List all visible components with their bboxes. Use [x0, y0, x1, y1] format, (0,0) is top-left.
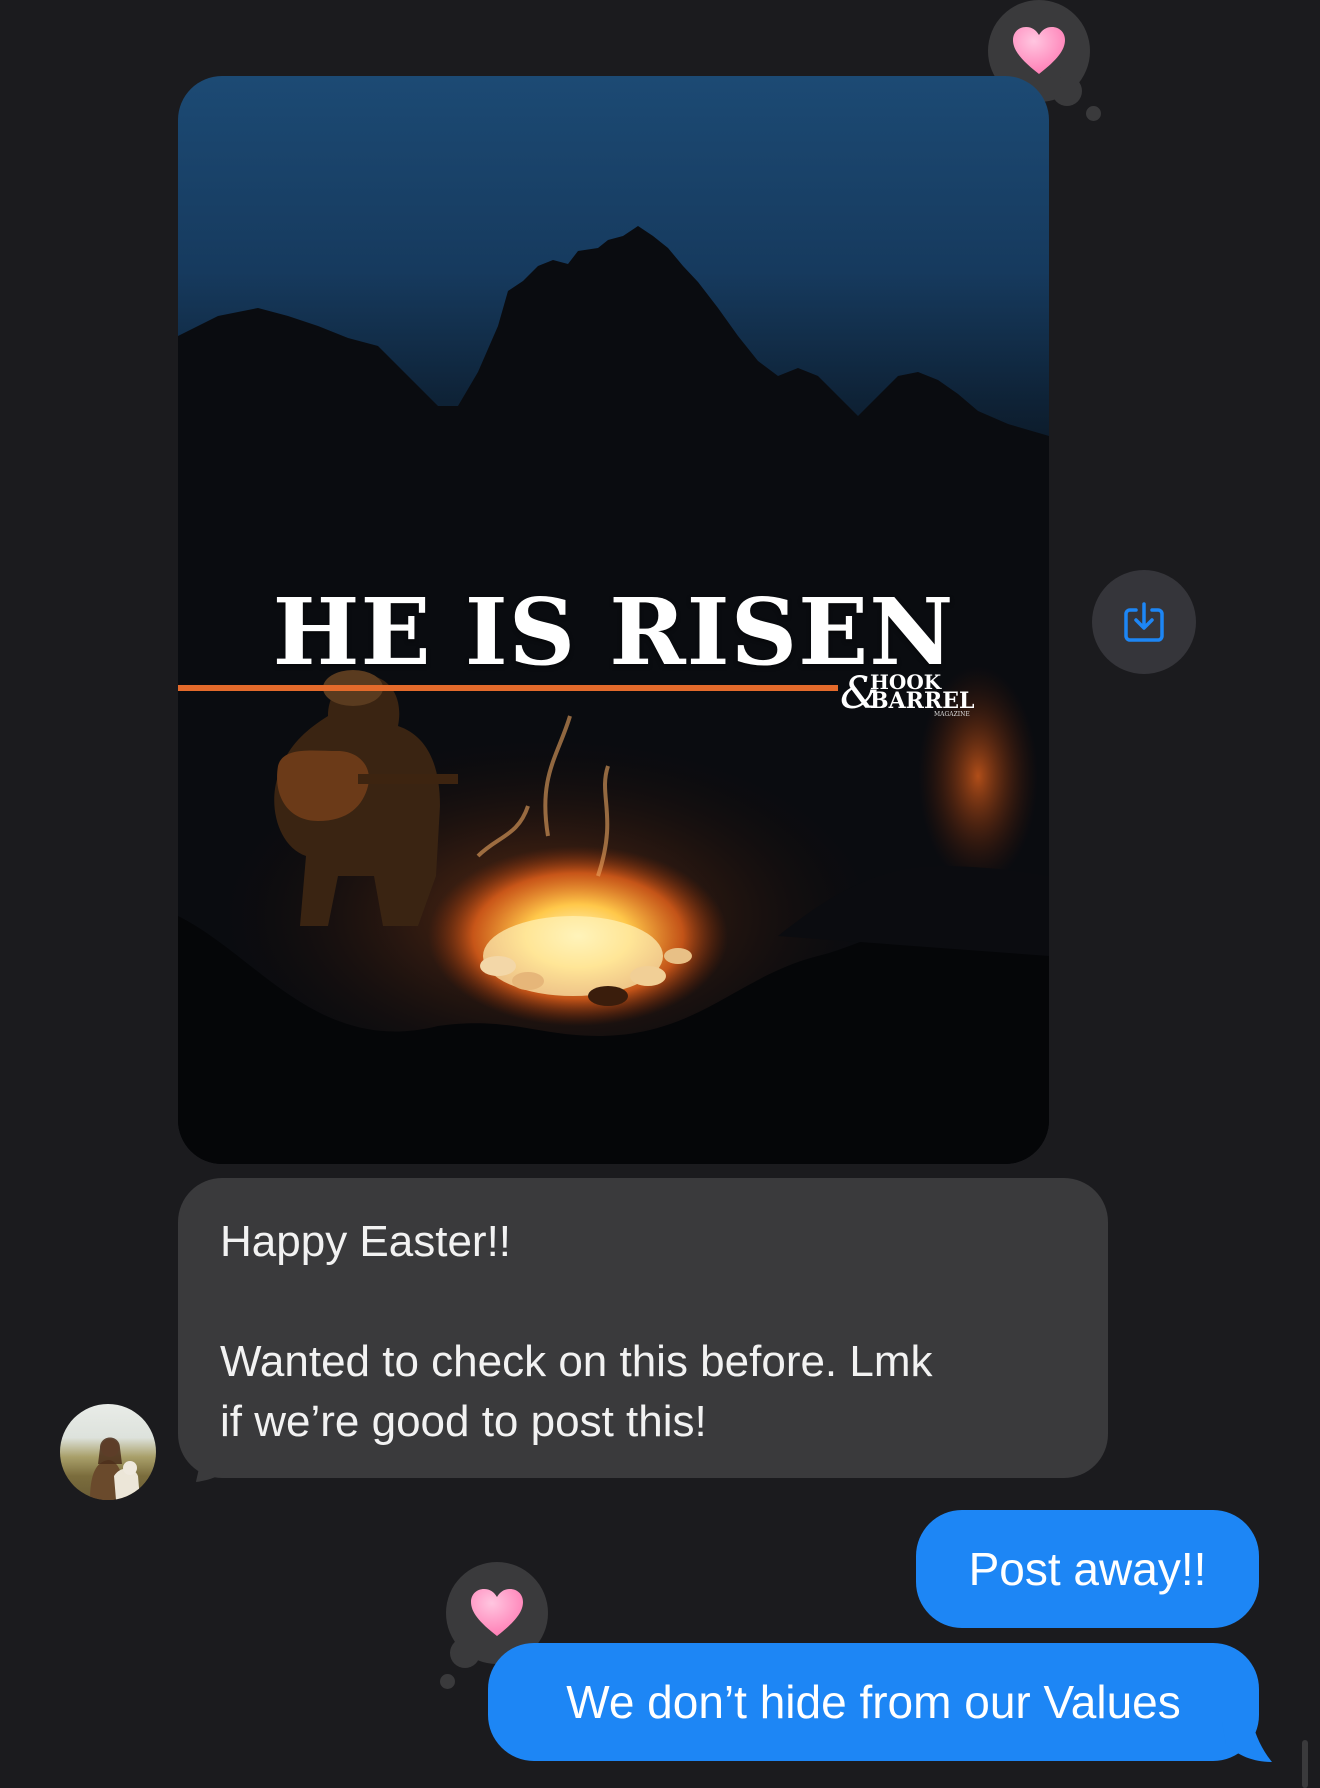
outgoing-bubble-tail	[1222, 1722, 1272, 1762]
pink-heart-icon	[471, 1589, 523, 1636]
reaction-tail-dot	[1086, 106, 1101, 121]
save-to-photos-icon	[1124, 602, 1164, 642]
reaction-tail	[450, 1638, 480, 1668]
poster-divider	[178, 685, 838, 691]
message-line: if we’re good to post this!	[220, 1397, 707, 1446]
message-text: We don’t hide from our Values	[566, 1676, 1181, 1728]
save-image-button[interactable]	[1092, 570, 1196, 674]
incoming-bubble-tail	[196, 1442, 238, 1482]
scroll-indicator[interactable]	[1302, 1740, 1308, 1788]
avatar-photo	[90, 1437, 140, 1500]
message-line: Wanted to check on this before. Lmk	[220, 1337, 933, 1386]
contact-avatar[interactable]	[60, 1404, 156, 1500]
pink-heart-icon	[1013, 27, 1065, 74]
message-line: Happy Easter!!	[220, 1217, 512, 1266]
brand-word-3: MAGAZINE	[934, 711, 970, 718]
brand-word-2: BARREL	[870, 688, 975, 714]
image-message[interactable]: HE IS RISEN & HOOK BARREL MAGAZINE	[178, 76, 1049, 1164]
message-text: Post away!!	[968, 1543, 1207, 1595]
incoming-message-bubble[interactable]: Happy Easter!! Wanted to check on this b…	[178, 1178, 1108, 1478]
reaction-tail-dot	[440, 1674, 455, 1689]
reaction-tail	[1052, 76, 1082, 106]
outgoing-message-bubble[interactable]: Post away!!	[916, 1510, 1259, 1628]
outgoing-message-bubble[interactable]: We don’t hide from our Values	[488, 1643, 1259, 1761]
